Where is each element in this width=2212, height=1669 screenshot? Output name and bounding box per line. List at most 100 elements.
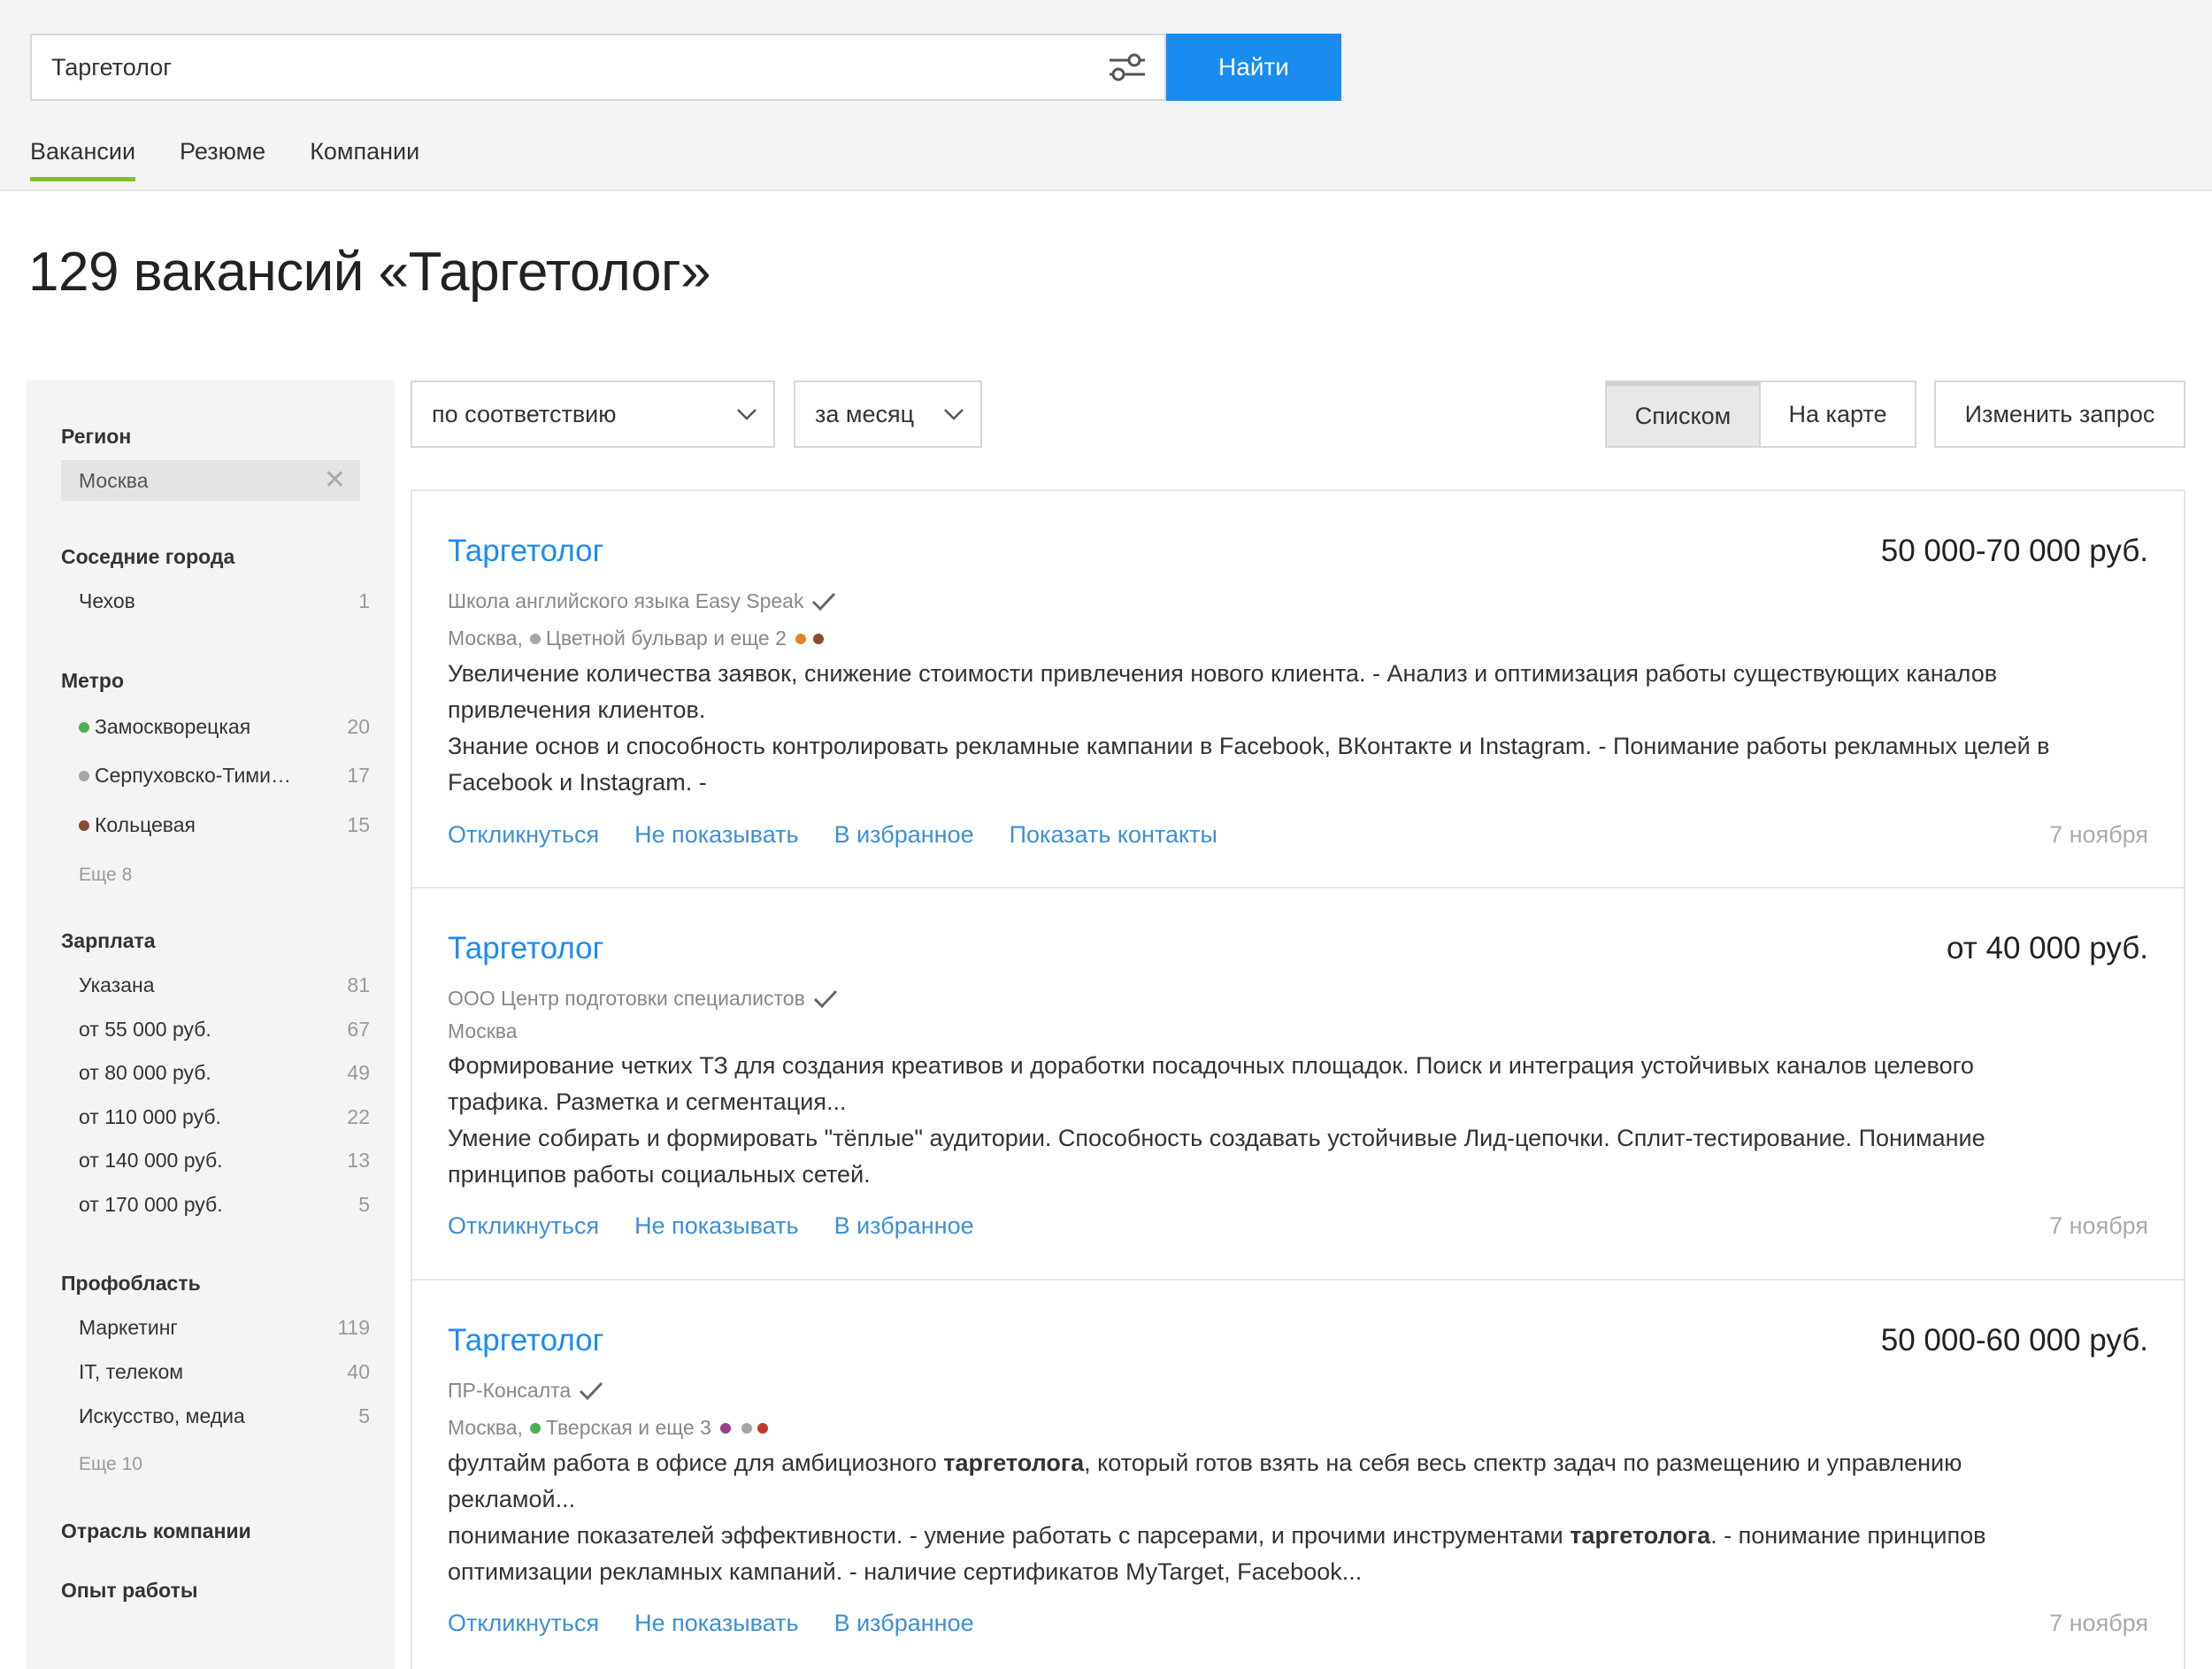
description-line: Facebook и Instagram. - xyxy=(448,769,707,796)
respond-link[interactable]: Откликнуться xyxy=(448,821,599,849)
search-button[interactable]: Найти xyxy=(1166,34,1341,101)
metro-line-dot xyxy=(795,633,806,644)
filter-option[interactable]: от 80 000 руб. 49 xyxy=(79,1061,370,1085)
filter-option-label: Чехов xyxy=(79,589,135,612)
nearby-heading: Соседние города xyxy=(61,545,235,568)
metro-line-dot xyxy=(812,633,824,644)
metro-heading: Метро xyxy=(61,669,125,692)
show-contacts-link[interactable]: Показать контакты xyxy=(1010,821,1217,849)
company-name-link[interactable]: ПР-Консалта xyxy=(448,1379,571,1403)
filter-option-count: 119 xyxy=(337,1316,370,1339)
filter-option[interactable]: Замоскворецкая 20 xyxy=(79,715,370,739)
view-list-button[interactable]: Списком xyxy=(1607,382,1759,446)
search-query-text: Таргетолог xyxy=(51,53,173,81)
filter-option-label: IT, телеком xyxy=(79,1360,184,1383)
respond-link[interactable]: Откликнуться xyxy=(448,1610,599,1637)
favorite-link[interactable]: В избранное xyxy=(834,821,974,849)
filter-option[interactable]: Искусство, медиа 5 xyxy=(79,1404,370,1428)
tab-companies[interactable]: Компании xyxy=(310,138,419,181)
vacancy-company: ООО Центр подготовки специалистов xyxy=(448,987,839,1011)
metro-line-dot xyxy=(741,1422,752,1434)
region-value: Москва xyxy=(79,468,149,492)
tab-resumes[interactable]: Резюме xyxy=(180,138,265,181)
sort-select[interactable]: по соответствию xyxy=(411,381,775,448)
verified-check-icon xyxy=(580,1381,603,1400)
vacancy-title-link[interactable]: Таргетолог xyxy=(448,931,603,966)
vacancy-location: Москва xyxy=(448,1019,518,1043)
filter-option[interactable]: Указана 81 xyxy=(79,973,370,997)
vacancy-title-link[interactable]: Таргетолог xyxy=(448,1323,603,1358)
metro-line-dot xyxy=(79,721,89,733)
filter-option[interactable]: от 55 000 руб. 67 xyxy=(79,1018,370,1042)
metro-line-dot xyxy=(79,819,89,831)
show-more-link[interactable]: Еще 8 xyxy=(79,865,132,886)
filter-option[interactable]: от 170 000 руб. 5 xyxy=(79,1193,370,1217)
verified-check-icon xyxy=(813,989,837,1008)
change-query-button[interactable]: Изменить запрос xyxy=(1934,381,2185,448)
period-select-value: за месяц xyxy=(815,400,915,427)
hide-link[interactable]: Не показывать xyxy=(634,821,798,849)
description-line: принципов работы социальных сетей. xyxy=(448,1161,871,1188)
header: Таргетолог Найти Вакансии Резюме Компани… xyxy=(0,0,2212,191)
filter-option-count: 49 xyxy=(347,1061,370,1084)
filter-option[interactable]: от 140 000 руб. 13 xyxy=(79,1149,370,1173)
period-select[interactable]: за месяц xyxy=(794,381,982,448)
vacancy-date: 7 ноября xyxy=(2049,821,2148,848)
vacancy-description: Увеличение количества заявок, снижение с… xyxy=(448,656,2155,801)
vacancy-location: Москва, Цветной бульвар и еще 2 xyxy=(448,627,824,650)
region-chip[interactable]: Москва ✕ xyxy=(61,460,360,501)
vacancy-salary: 50 000-70 000 руб. xyxy=(1880,534,2148,568)
filter-option[interactable]: Серпуховско-Тими… 17 xyxy=(79,764,370,788)
search-input[interactable]: Таргетолог xyxy=(30,34,1166,101)
vacancy-city: Москва, xyxy=(448,627,523,650)
vacancy-card: Таргетолог 50 000-70 000 руб. Школа англ… xyxy=(412,491,2184,888)
favorite-link[interactable]: В избранное xyxy=(834,1610,974,1637)
experience-heading[interactable]: Опыт работы xyxy=(61,1579,198,1603)
description-line: Знание основ и способность контролироват… xyxy=(448,733,2050,759)
description-line: Формирование четких ТЗ для создания креа… xyxy=(448,1052,1974,1079)
filter-option-count: 5 xyxy=(358,1193,370,1216)
vacancy-card: Таргетолог от 40 000 руб. ООО Центр подг… xyxy=(412,888,2184,1281)
filter-option[interactable]: IT, телеком 40 xyxy=(79,1360,370,1384)
tab-vacancies[interactable]: Вакансии xyxy=(30,138,136,181)
vacancy-title-link[interactable]: Таргетолог xyxy=(448,534,603,569)
filter-settings-icon[interactable] xyxy=(1106,50,1148,85)
metro-line-dot xyxy=(719,1422,731,1434)
description-line: Увеличение количества заявок, снижение с… xyxy=(448,660,1998,687)
description-line: фултайм работа в офисе для амбициозного … xyxy=(448,1450,1962,1476)
hide-link[interactable]: Не показывать xyxy=(634,1212,798,1240)
filter-option[interactable]: Маркетинг 119 xyxy=(79,1316,370,1340)
vacancy-date: 7 ноября xyxy=(2049,1212,2148,1239)
show-more-link[interactable]: Еще 10 xyxy=(79,1454,142,1475)
filter-option[interactable]: Кольцевая 15 xyxy=(79,813,370,837)
respond-link[interactable]: Откликнуться xyxy=(448,1212,599,1240)
filter-option-count: 40 xyxy=(347,1360,370,1383)
vacancy-actions: Откликнуться Не показывать В избранное xyxy=(448,1212,1010,1240)
vacancy-date: 7 ноября xyxy=(2049,1610,2148,1636)
vacancy-card: Таргетолог 50 000-60 000 руб. ПР-Консалт… xyxy=(412,1281,2184,1669)
filter-option-label: от 140 000 руб. xyxy=(79,1149,223,1172)
filter-option[interactable]: от 110 000 руб. 22 xyxy=(79,1105,370,1129)
vacancy-list: Таргетолог 50 000-70 000 руб. Школа англ… xyxy=(411,489,2185,1669)
view-map-button[interactable]: На карте xyxy=(1759,382,1915,446)
metro-line-dot xyxy=(529,633,541,644)
description-line: оптимизации рекламных кампаний. - наличи… xyxy=(448,1558,1363,1585)
filter-option-count: 1 xyxy=(358,589,370,612)
hide-link[interactable]: Не показывать xyxy=(634,1610,798,1637)
filter-option[interactable]: Чехов 1 xyxy=(79,589,370,613)
filter-option-count: 5 xyxy=(358,1404,370,1427)
highlighted-keyword: таргетолога xyxy=(1570,1522,1711,1549)
filter-option-label: Замоскворецкая xyxy=(95,715,251,738)
company-name-link[interactable]: ООО Центр подготовки специалистов xyxy=(448,987,805,1011)
favorite-link[interactable]: В избранное xyxy=(834,1212,974,1240)
vacancy-city: Москва xyxy=(448,1019,518,1042)
industry-heading[interactable]: Отрасль компании xyxy=(61,1519,251,1543)
close-icon[interactable]: ✕ xyxy=(324,467,346,494)
filter-option-count: 22 xyxy=(347,1105,370,1128)
filter-option-count: 17 xyxy=(347,764,370,787)
region-heading: Регион xyxy=(61,425,132,448)
filter-option-label: Серпуховско-Тими… xyxy=(95,764,291,787)
description-line: понимание показателей эффективности. - у… xyxy=(448,1522,1986,1549)
company-name-link[interactable]: Школа английского языка Easy Speak xyxy=(448,589,803,613)
filter-option-count: 67 xyxy=(347,1018,370,1041)
